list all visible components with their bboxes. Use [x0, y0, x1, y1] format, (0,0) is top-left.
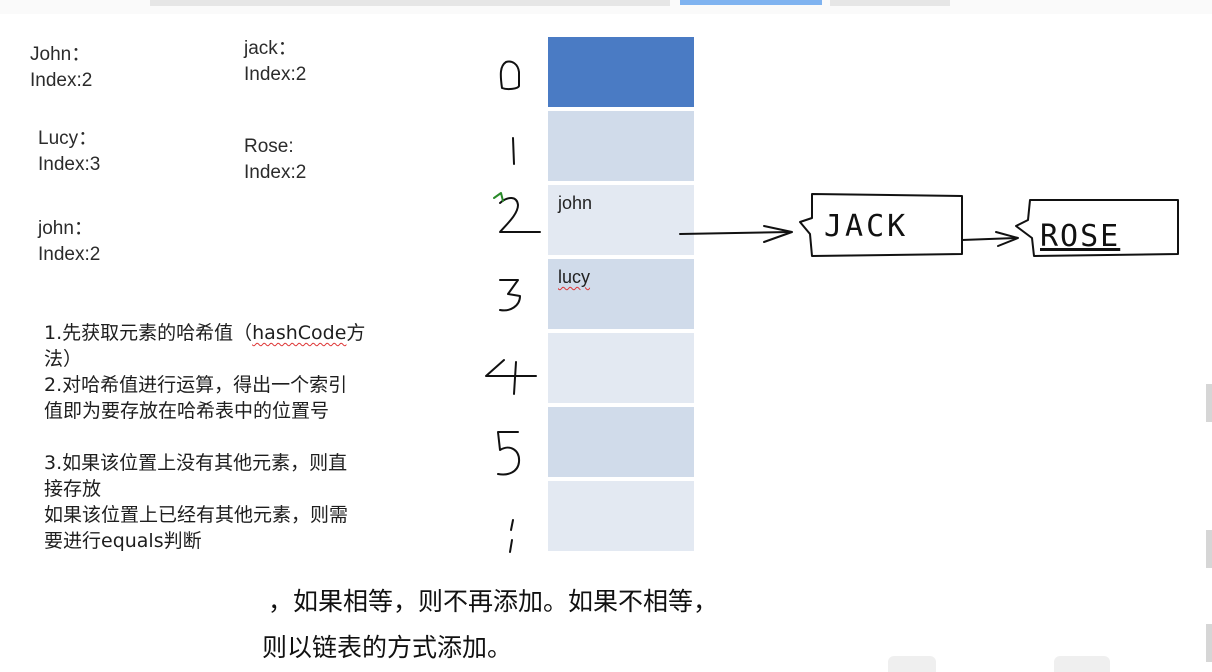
slot-number-4: 4: [0, 0, 1, 1]
edge-marker: [1206, 624, 1212, 662]
step-2-cont: 值即为要存放在哈希表中的位置号: [44, 400, 330, 422]
slot-digit-0: [499, 60, 520, 91]
slot-number-0: 0: [0, 0, 1, 1]
arrow-to-rose-shaft: [961, 237, 1017, 241]
edge-marker: [1206, 530, 1212, 568]
slot-digit-1: [512, 137, 515, 165]
step-3-cont-2: 如果该位置上已经有其他元素，则需: [44, 504, 349, 526]
step-3: 3.如果该位置上没有其他元素，则直: [44, 452, 348, 474]
step-1-text: 1.先获取元素的哈希值（: [44, 322, 253, 344]
corner-decoration: [1054, 656, 1110, 672]
slot-digit-2: [499, 197, 541, 233]
slot-digit-6: [509, 519, 514, 553]
rose-node-text: ROSE: [1040, 219, 1120, 254]
slot-number-1: 1: [0, 0, 1, 1]
step-2: 2.对哈希值进行运算，得出一个索引: [44, 374, 348, 396]
slot-digit-3: [499, 279, 521, 312]
step-3-cont-3: 要进行equals判断: [44, 530, 202, 552]
step-3-cont: 接存放: [44, 478, 102, 500]
step-1-cont: 法）: [44, 348, 83, 370]
corner-decoration: [888, 656, 936, 672]
arrow-to-jack-head: [763, 225, 793, 243]
steps-text: 1.先获取元素的哈希值（hashCode方 法） 2.对哈希值进行运算，得出一个…: [44, 320, 484, 554]
step-1: 1.先获取元素的哈希值（hashCode方: [44, 320, 484, 346]
step-1-tail: 方: [346, 322, 366, 344]
slot-number-2: 2: [0, 0, 1, 1]
slot-digit-5: [497, 431, 521, 476]
slot-number-5: 5: [0, 0, 1, 1]
slot-digit-4: [485, 359, 537, 395]
continuation-line-1: ，如果相等，则不再添加。如果不相等，: [268, 587, 719, 616]
continuation-line-2: 则以链表的方式添加。: [262, 633, 513, 662]
jack-node-text: JACK: [824, 209, 908, 244]
arrow-to-jack-shaft: [679, 231, 791, 235]
slot-number-6: 6: [0, 0, 1, 1]
edge-marker: [1206, 384, 1212, 422]
step-1-code: hashCode: [252, 322, 347, 344]
slot-number-3: 3: [0, 0, 1, 1]
cursor-mark-icon: [493, 192, 504, 202]
